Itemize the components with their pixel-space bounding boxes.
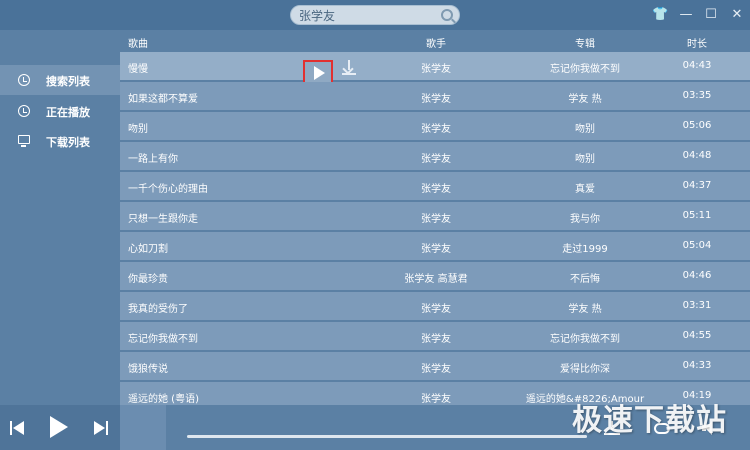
duration-cell: 04:37 bbox=[682, 180, 712, 191]
search-input[interactable]: 张学友 bbox=[290, 5, 460, 25]
album-cell: 吻别 bbox=[575, 154, 595, 165]
sidebar-item-now-playing[interactable]: 正在播放 bbox=[0, 96, 120, 126]
next-icon[interactable] bbox=[94, 421, 108, 435]
artist-cell: 张学友 bbox=[421, 394, 451, 405]
duration-cell: 05:06 bbox=[682, 120, 712, 131]
duration-cell: 04:55 bbox=[682, 330, 712, 341]
table-row[interactable]: 一千个伤心的理由 张学友 真爱 04:37 bbox=[120, 172, 750, 201]
song-cell: 你最珍贵 bbox=[128, 274, 168, 285]
duration-cell: 04:33 bbox=[682, 360, 712, 371]
song-cell: 只想一生跟你走 bbox=[128, 214, 198, 225]
playback-controls bbox=[0, 405, 120, 450]
header-duration: 时长 bbox=[687, 39, 707, 50]
minimize-icon[interactable]: — bbox=[678, 7, 694, 23]
table-row[interactable]: 一路上有你 张学友 吻别 04:48 bbox=[120, 142, 750, 171]
sidebar-item-label: 正在播放 bbox=[46, 106, 90, 119]
progress-bar[interactable] bbox=[187, 435, 587, 438]
song-cell: 一千个伤心的理由 bbox=[128, 184, 208, 195]
table-row[interactable]: 心如刀割 张学友 走过1999 05:04 bbox=[120, 232, 750, 261]
artist-cell: 张学友 bbox=[421, 94, 451, 105]
duration-cell: 03:31 bbox=[682, 300, 712, 311]
maximize-icon[interactable]: ☐ bbox=[703, 7, 719, 23]
table-row[interactable]: 你最珍贵 张学友 高慧君 不后悔 04:46 bbox=[120, 262, 750, 291]
artist-cell: 张学友 bbox=[421, 214, 451, 225]
row-download-icon[interactable] bbox=[342, 60, 356, 76]
artist-cell: 张学友 bbox=[421, 154, 451, 165]
table-row[interactable]: 如果这都不算爱 张学友 学友 热 03:35 bbox=[120, 82, 750, 111]
header-song: 歌曲 bbox=[128, 39, 148, 50]
album-cell: 真爱 bbox=[575, 184, 595, 195]
album-cell: 走过1999 bbox=[562, 244, 608, 255]
artist-cell: 张学友 bbox=[421, 64, 451, 75]
clock-icon bbox=[18, 105, 30, 117]
watermark: 极速下载站 bbox=[572, 403, 727, 438]
album-cell: 爱得比你深 bbox=[560, 364, 610, 375]
song-cell: 忘记你我做不到 bbox=[128, 334, 198, 345]
table-header: 歌曲 歌手 专辑 时长 bbox=[120, 30, 750, 52]
skin-icon[interactable]: 👕 bbox=[652, 7, 668, 23]
close-icon[interactable]: ✕ bbox=[729, 7, 745, 23]
album-cell: 吻别 bbox=[575, 124, 595, 135]
table-row[interactable]: 慢慢 张学友 忘记你我做不到 04:43 bbox=[120, 52, 750, 86]
sidebar: 搜索列表 正在播放 下载列表 bbox=[0, 30, 120, 405]
song-table: 歌曲 歌手 专辑 时长 慢慢 张学友 忘记你我做不到 04:43 如果这都不算爱 张学友学… bbox=[120, 30, 750, 405]
artist-cell: 张学友 bbox=[421, 124, 451, 135]
title-bar: 张学友 👕 — ☐ ✕ bbox=[0, 0, 750, 30]
table-row[interactable]: 忘记你我做不到 张学友 忘记你我做不到 04:55 bbox=[120, 322, 750, 351]
album-cell: 忘记你我做不到 bbox=[550, 64, 620, 75]
song-cell: 如果这都不算爱 bbox=[128, 94, 198, 105]
sidebar-item-label: 下载列表 bbox=[46, 136, 90, 149]
duration-cell: 05:11 bbox=[682, 210, 712, 221]
table-row[interactable]: 只想一生跟你走 张学友 我与你 05:11 bbox=[120, 202, 750, 231]
duration-cell: 03:35 bbox=[682, 90, 712, 101]
song-cell: 慢慢 bbox=[128, 64, 148, 75]
song-cell: 我真的受伤了 bbox=[128, 304, 188, 315]
sidebar-item-label: 搜索列表 bbox=[46, 75, 90, 88]
search-input-value: 张学友 bbox=[299, 9, 336, 23]
table-row[interactable]: 吻别 张学友 吻别 05:06 bbox=[120, 112, 750, 141]
sidebar-item-download-list[interactable]: 下载列表 bbox=[0, 126, 120, 156]
song-cell: 饿狼传说 bbox=[128, 364, 168, 375]
header-artist: 歌手 bbox=[426, 39, 446, 50]
artist-cell: 张学友 bbox=[421, 244, 451, 255]
duration-cell: 05:04 bbox=[682, 240, 712, 251]
album-cell: 学友 热 bbox=[568, 304, 602, 315]
song-cell: 吻别 bbox=[128, 124, 148, 135]
clock-icon bbox=[18, 74, 30, 86]
album-cover bbox=[120, 405, 166, 450]
album-cell: 忘记你我做不到 bbox=[550, 334, 620, 345]
sidebar-item-search-list[interactable]: 搜索列表 bbox=[0, 65, 120, 95]
duration-cell: 04:46 bbox=[682, 270, 712, 281]
monitor-icon bbox=[18, 135, 30, 147]
song-cell: 一路上有你 bbox=[128, 154, 178, 165]
previous-icon[interactable] bbox=[10, 421, 24, 435]
album-cell: 我与你 bbox=[570, 214, 600, 225]
song-cell: 遥远的她 (粤语) bbox=[128, 394, 199, 405]
header-album: 专辑 bbox=[575, 39, 595, 50]
table-row[interactable]: 我真的受伤了 张学友 学友 热 03:31 bbox=[120, 292, 750, 321]
artist-cell: 张学友 bbox=[421, 184, 451, 195]
song-cell: 心如刀割 bbox=[128, 244, 168, 255]
duration-cell: 04:43 bbox=[682, 60, 712, 71]
duration-cell: 04:48 bbox=[682, 150, 712, 161]
artist-cell: 张学友 高慧君 bbox=[404, 274, 468, 285]
artist-cell: 张学友 bbox=[421, 304, 451, 315]
play-icon[interactable] bbox=[50, 416, 68, 438]
artist-cell: 张学友 bbox=[421, 364, 451, 375]
table-row[interactable]: 饿狼传说 张学友 爱得比你深 04:33 bbox=[120, 352, 750, 381]
artist-cell: 张学友 bbox=[421, 334, 451, 345]
album-cell: 学友 热 bbox=[568, 94, 602, 105]
search-icon[interactable] bbox=[441, 9, 453, 21]
album-cell: 不后悔 bbox=[570, 274, 600, 285]
